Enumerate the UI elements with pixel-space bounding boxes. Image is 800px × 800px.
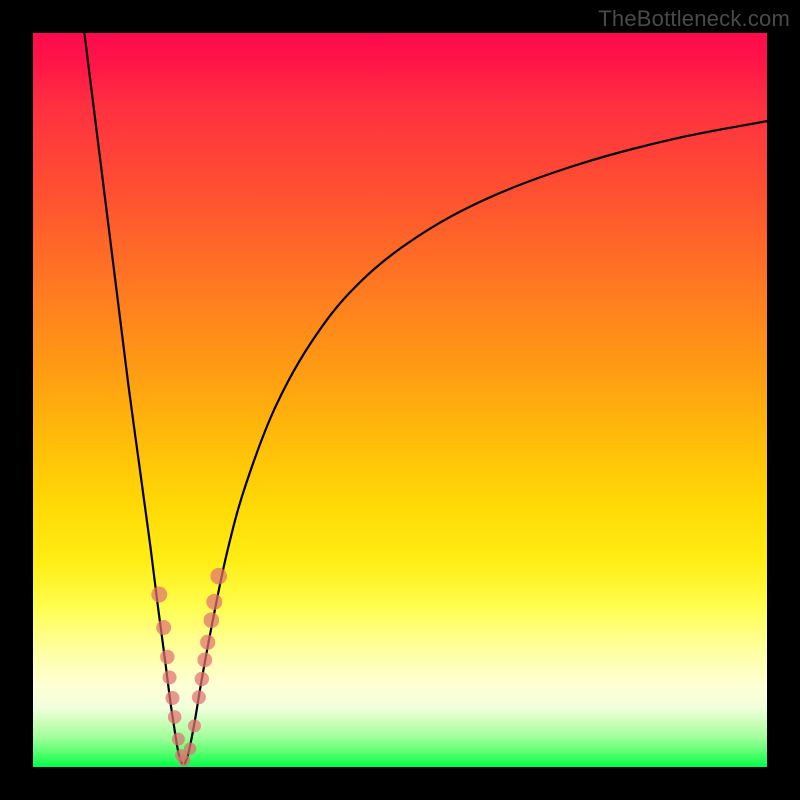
data-point-markers: [151, 568, 227, 767]
plot-area: [33, 33, 767, 767]
data-point: [195, 672, 209, 686]
data-point: [200, 635, 215, 650]
data-point: [204, 612, 220, 628]
data-point: [210, 568, 227, 585]
data-point: [160, 650, 174, 664]
chart-svg: [33, 33, 767, 767]
watermark-text: TheBottleneck.com: [598, 6, 790, 32]
data-point: [151, 587, 167, 603]
outer-frame: TheBottleneck.com: [0, 0, 800, 800]
data-point: [197, 652, 212, 667]
data-point: [168, 710, 182, 724]
data-point: [163, 670, 177, 684]
data-point: [184, 742, 196, 754]
curve-right-branch: [185, 121, 767, 763]
data-point: [156, 620, 171, 635]
data-point: [192, 690, 206, 704]
data-point: [188, 719, 201, 732]
data-point: [206, 594, 222, 610]
data-point: [172, 733, 185, 746]
data-point: [165, 691, 179, 705]
data-point: [178, 754, 190, 766]
